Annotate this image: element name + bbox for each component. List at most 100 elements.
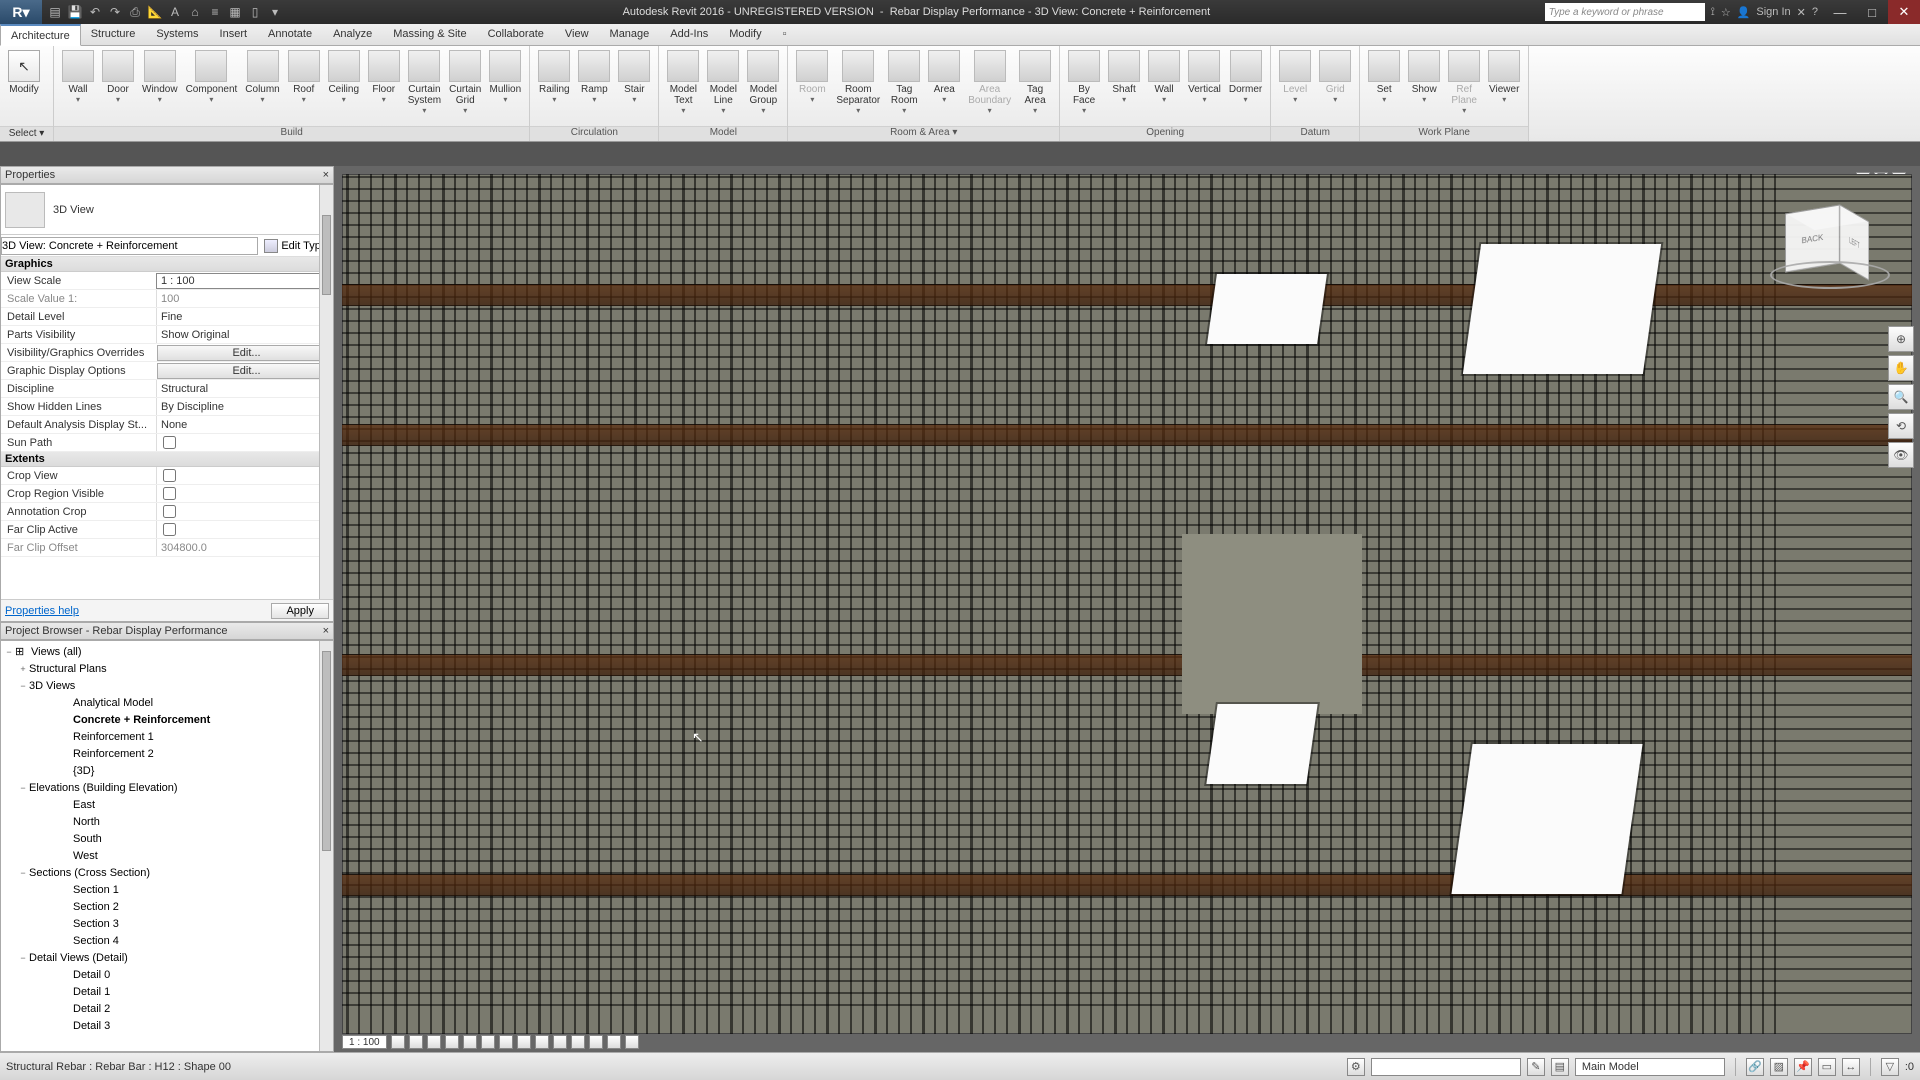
prop-value[interactable]: By Discipline bbox=[156, 398, 333, 415]
analytical-icon[interactable] bbox=[589, 1035, 603, 1049]
prop-value[interactable]: 304800.0 bbox=[156, 539, 333, 556]
tree-item[interactable]: West bbox=[3, 847, 331, 864]
filter-icon[interactable]: ▽ bbox=[1881, 1058, 1899, 1076]
tree-item[interactable]: Reinforcement 2 bbox=[3, 745, 331, 762]
tree-item[interactable]: Detail 0 bbox=[3, 966, 331, 983]
qat-dropdown-icon[interactable]: ▾ bbox=[266, 3, 284, 21]
prop-value[interactable]: Show Original bbox=[156, 326, 333, 343]
nav-drop-icon[interactable] bbox=[625, 1035, 639, 1049]
prop-value[interactable]: None bbox=[156, 416, 333, 433]
zoom-icon[interactable]: 🔍 bbox=[1888, 384, 1914, 410]
tag-area-button[interactable]: Tag Area▾ bbox=[1015, 48, 1055, 124]
close-button[interactable]: ✕ bbox=[1888, 0, 1920, 24]
wall-button[interactable]: Wall▾ bbox=[1144, 48, 1184, 124]
viewport[interactable]: — ❐ □ ↖ BACK LEFT ⊕ ✋ 🔍 ⟲ 👁 1 : 100 bbox=[334, 166, 1920, 1052]
design-options-icon[interactable]: ▤ bbox=[1551, 1058, 1569, 1076]
workset-icon[interactable]: ⚙ bbox=[1347, 1058, 1365, 1076]
user-icon[interactable]: 👤 bbox=[1737, 6, 1751, 19]
tab-insert[interactable]: Insert bbox=[210, 24, 259, 45]
ribbon-expand-icon[interactable]: ▫ bbox=[773, 24, 794, 45]
tree-item[interactable]: −Detail Views (Detail) bbox=[3, 949, 331, 966]
crop-view-icon[interactable] bbox=[481, 1035, 495, 1049]
curtain-system-button[interactable]: Curtain System▾ bbox=[404, 48, 445, 124]
prop-value[interactable] bbox=[156, 521, 333, 538]
tree-item[interactable]: −Elevations (Building Elevation) bbox=[3, 779, 331, 796]
tag-room-button[interactable]: Tag Room▾ bbox=[884, 48, 924, 124]
measure-icon[interactable]: 📐 bbox=[146, 3, 164, 21]
tree-item[interactable]: South bbox=[3, 830, 331, 847]
home-icon[interactable]: ⌂ bbox=[186, 3, 204, 21]
prop-checkbox[interactable] bbox=[163, 505, 176, 518]
prop-value[interactable] bbox=[156, 503, 333, 520]
tree-item[interactable]: {3D} bbox=[3, 762, 331, 779]
tree-item[interactable]: +Structural Plans bbox=[3, 660, 331, 677]
tab-analyze[interactable]: Analyze bbox=[323, 24, 383, 45]
tree-item[interactable]: Section 2 bbox=[3, 898, 331, 915]
prop-section-graphics[interactable]: Graphics⋀ bbox=[1, 257, 333, 272]
reveal-hidden-icon[interactable] bbox=[553, 1035, 567, 1049]
sun-path-icon[interactable] bbox=[427, 1035, 441, 1049]
select-links-icon[interactable]: 🔗 bbox=[1746, 1058, 1764, 1076]
rendering-icon[interactable] bbox=[463, 1035, 477, 1049]
visual-style-icon[interactable] bbox=[409, 1035, 423, 1049]
set-button[interactable]: Set▾ bbox=[1364, 48, 1404, 124]
pan-icon[interactable]: ✋ bbox=[1888, 355, 1914, 381]
exchange-icon[interactable]: ✕ bbox=[1797, 6, 1806, 19]
print-icon[interactable]: ⎙ bbox=[126, 3, 144, 21]
prop-section-extents[interactable]: Extents⋀ bbox=[1, 452, 333, 467]
viewcube-compass[interactable] bbox=[1770, 261, 1890, 289]
railing-button[interactable]: Railing▾ bbox=[534, 48, 574, 124]
tree-item[interactable]: East bbox=[3, 796, 331, 813]
crop-region-icon[interactable] bbox=[499, 1035, 513, 1049]
window-button[interactable]: Window▾ bbox=[138, 48, 182, 124]
show-button[interactable]: Show▾ bbox=[1404, 48, 1444, 124]
detail-level-icon[interactable] bbox=[391, 1035, 405, 1049]
tab-collaborate[interactable]: Collaborate bbox=[478, 24, 555, 45]
tab-architecture[interactable]: Architecture bbox=[0, 24, 81, 46]
room-separator-button[interactable]: Room Separator▾ bbox=[832, 48, 884, 124]
floor-button[interactable]: Floor▾ bbox=[364, 48, 404, 124]
tab-modify[interactable]: Modify bbox=[719, 24, 772, 45]
model-line-button[interactable]: Model Line▾ bbox=[703, 48, 743, 124]
3d-view-canvas[interactable]: ↖ bbox=[342, 174, 1912, 1034]
maximize-button[interactable]: □ bbox=[1856, 0, 1888, 24]
stair-button[interactable]: Stair▾ bbox=[614, 48, 654, 124]
type-selector[interactable]: 3D View ▾ bbox=[1, 185, 333, 235]
undo-icon[interactable]: ↶ bbox=[86, 3, 104, 21]
door-button[interactable]: Door▾ bbox=[98, 48, 138, 124]
close-hidden-icon[interactable]: ▦ bbox=[226, 3, 244, 21]
ramp-button[interactable]: Ramp▾ bbox=[574, 48, 614, 124]
tree-item[interactable]: Reinforcement 1 bbox=[3, 728, 331, 745]
tab-systems[interactable]: Systems bbox=[146, 24, 209, 45]
area-button[interactable]: Area▾ bbox=[924, 48, 964, 124]
select-face-icon[interactable]: ▭ bbox=[1818, 1058, 1836, 1076]
sign-in-link[interactable]: Sign In bbox=[1756, 6, 1790, 18]
subscription-icon[interactable]: ⟟ bbox=[1711, 6, 1715, 19]
tree-item[interactable]: Detail 3 bbox=[3, 1017, 331, 1034]
tree-item[interactable]: −Sections (Cross Section) bbox=[3, 864, 331, 881]
editable-only-icon[interactable]: ✎ bbox=[1527, 1058, 1545, 1076]
dormer-button[interactable]: Dormer▾ bbox=[1225, 48, 1266, 124]
prop-value[interactable]: Edit... bbox=[157, 363, 332, 379]
tree-item[interactable]: Analytical Model bbox=[3, 694, 331, 711]
curtain-grid-button[interactable]: Curtain Grid▾ bbox=[445, 48, 485, 124]
thin-lines-icon[interactable]: ≡ bbox=[206, 3, 224, 21]
lock-3d-icon[interactable] bbox=[517, 1035, 531, 1049]
tree-item[interactable]: Concrete + Reinforcement bbox=[3, 711, 331, 728]
view-scale[interactable]: 1 : 100 bbox=[342, 1035, 387, 1049]
model-text-button[interactable]: Model Text▾ bbox=[663, 48, 703, 124]
select-pinned-icon[interactable]: 📌 bbox=[1794, 1058, 1812, 1076]
properties-scrollbar[interactable] bbox=[319, 185, 333, 621]
tab-annotate[interactable]: Annotate bbox=[258, 24, 323, 45]
search-input[interactable]: Type a keyword or phrase bbox=[1545, 3, 1705, 21]
by-face-button[interactable]: By Face▾ bbox=[1064, 48, 1104, 124]
prop-checkbox[interactable] bbox=[163, 523, 176, 536]
minimize-button[interactable]: — bbox=[1824, 0, 1856, 24]
ceiling-button[interactable]: Ceiling▾ bbox=[324, 48, 364, 124]
roof-button[interactable]: Roof▾ bbox=[284, 48, 324, 124]
browser-scrollbar[interactable] bbox=[319, 641, 333, 1051]
instance-selector[interactable] bbox=[1, 237, 258, 255]
tab-view[interactable]: View bbox=[555, 24, 600, 45]
prop-checkbox[interactable] bbox=[163, 436, 176, 449]
prop-value[interactable]: 100 bbox=[156, 290, 333, 307]
